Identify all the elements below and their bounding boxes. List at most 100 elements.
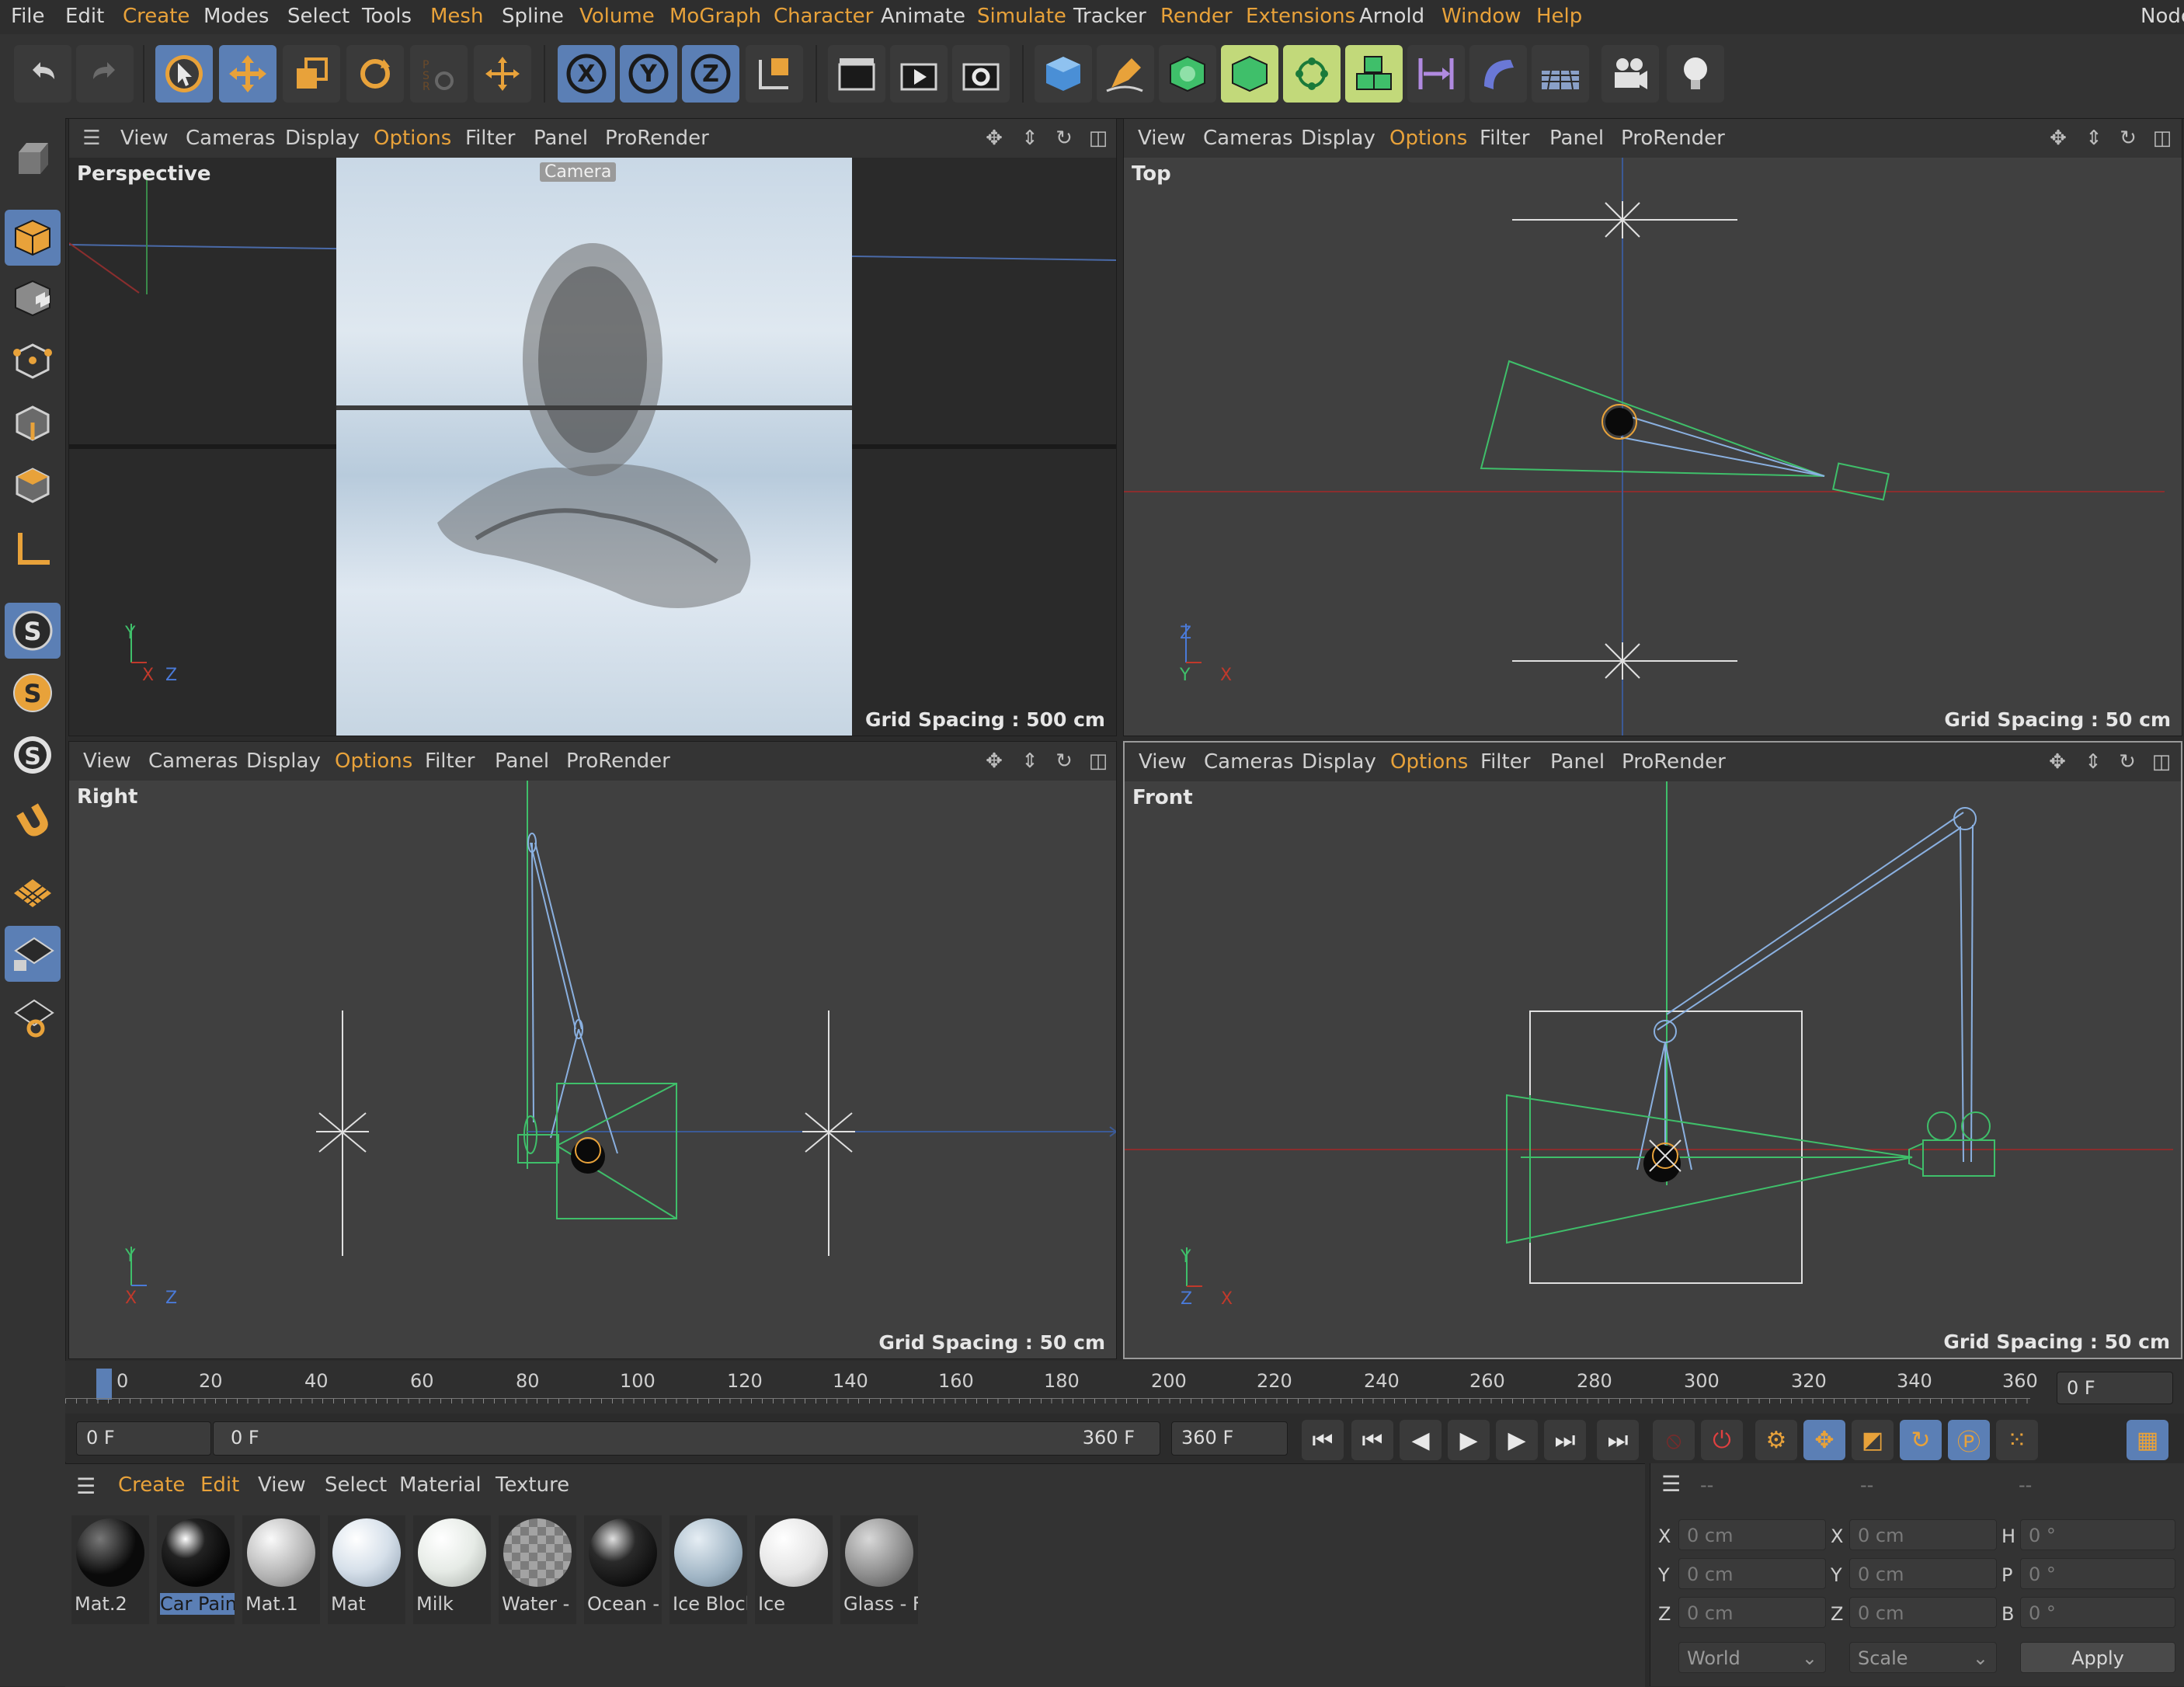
vp-menu-filter[interactable]: Filter [425,750,475,773]
vp-menu-prorender[interactable]: ProRender [605,127,709,150]
menu-edit[interactable]: Edit [65,5,104,28]
material-swatch[interactable]: Mat [328,1515,405,1624]
play-icon[interactable]: ▶ [1448,1420,1490,1460]
axis-mode-icon[interactable] [5,522,61,578]
previous-frame-icon[interactable]: ◀ [1400,1420,1442,1460]
extrude-icon[interactable] [1221,45,1278,103]
pan-icon[interactable]: ✥ [2047,127,2070,150]
menu-simulate[interactable]: Simulate [977,5,1066,28]
menu-mesh[interactable]: Mesh [430,5,483,28]
rot-b-field[interactable]: 0 ° [2020,1597,2175,1628]
menu-modes[interactable]: Modes [203,5,269,28]
vp-menu-display[interactable]: Display [246,750,321,773]
key-pla-icon[interactable]: ⁙ [1996,1420,2038,1460]
pan-icon[interactable]: ✥ [982,127,1006,150]
viewport-perspective[interactable]: ☰ View Cameras Display Options Filter Pa… [68,118,1117,736]
mat-menu-view[interactable]: View [258,1473,306,1497]
timeline-ruler[interactable]: 0 20 40 60 80 100 120 140 160 180 200 22… [65,1361,2184,1414]
rot-h-field[interactable]: 0 ° [2020,1519,2175,1550]
dolly-icon[interactable]: ⇕ [1018,127,1042,150]
edges-mode-icon[interactable] [5,395,61,450]
enable-snap-icon[interactable]: S [5,665,61,721]
symmetry-icon[interactable] [1407,45,1465,103]
menu-arnold[interactable]: Arnold [1359,5,1424,28]
points-mode-icon[interactable] [5,332,61,388]
vp-menu-prorender[interactable]: ProRender [1622,750,1726,774]
size-y-field[interactable]: 0 cm [1849,1558,1997,1589]
vp-menu-panel[interactable]: Panel [534,127,588,150]
go-to-end-icon[interactable]: ⏭ [1597,1420,1639,1460]
vp-menu-cameras[interactable]: Cameras [186,127,276,150]
vp-menu-options[interactable]: Options [1390,750,1468,774]
menu-mograph[interactable]: MoGraph [669,5,761,28]
orbit-icon[interactable]: ↻ [1052,750,1076,773]
menu-window[interactable]: Window [1442,5,1521,28]
light-icon[interactable] [1667,45,1724,103]
menu-extensions[interactable]: Extensions [1246,5,1355,28]
vp-menu-panel[interactable]: Panel [1550,750,1605,774]
next-key-icon[interactable]: ⏭ [1544,1420,1586,1460]
mat-menu-create[interactable]: Create [118,1473,185,1497]
material-swatch[interactable]: Water - I [499,1515,576,1624]
render-region-icon[interactable] [828,45,885,103]
playhead[interactable] [96,1369,112,1400]
end-frame-field[interactable]: 360 F [1171,1421,1288,1456]
hamburger-icon[interactable]: ☰ [76,1473,96,1499]
dolly-icon[interactable]: ⇕ [1018,750,1042,773]
pos-x-field[interactable]: 0 cm [1678,1519,1826,1550]
vp-menu-filter[interactable]: Filter [465,127,515,150]
menu-spline[interactable]: Spline [502,5,564,28]
hamburger-icon[interactable]: ☰ [80,127,103,150]
vp-menu-panel[interactable]: Panel [1549,127,1604,150]
material-swatch[interactable]: Milk [413,1515,491,1624]
menu-character[interactable]: Character [774,5,873,28]
vp-menu-filter[interactable]: Filter [1480,750,1530,774]
range-slider[interactable]: 0 F 360 F [213,1421,1160,1456]
camera-icon[interactable] [1601,45,1659,103]
z-axis-icon[interactable]: Z [682,45,739,103]
undo-icon[interactable] [14,45,71,103]
maximize-icon[interactable]: ◫ [1087,750,1110,773]
vp-menu-display[interactable]: Display [285,127,360,150]
key-scale-icon[interactable]: ◩ [1852,1420,1894,1460]
material-swatch-selected[interactable]: Car Paint [157,1515,235,1624]
vp-menu-filter[interactable]: Filter [1480,127,1529,150]
material-swatch[interactable]: Mat.1 [242,1515,320,1624]
mat-menu-edit[interactable]: Edit [200,1473,239,1497]
vp-menu-options[interactable]: Options [1389,127,1467,150]
rotate-icon[interactable] [346,45,404,103]
vp-menu-cameras[interactable]: Cameras [148,750,238,773]
rot-p-field[interactable]: 0 ° [2020,1558,2175,1589]
key-position-icon[interactable]: ✥ [1803,1420,1845,1460]
material-swatch[interactable]: Ocean - [584,1515,662,1624]
pos-z-field[interactable]: 0 cm [1678,1597,1826,1628]
snap-icon[interactable]: S [5,603,61,659]
y-axis-icon[interactable]: Y [620,45,677,103]
material-swatch[interactable]: Glass - F [840,1515,918,1624]
timeline-window-icon[interactable]: ▦ [2127,1420,2168,1460]
menu-tools[interactable]: Tools [362,5,412,28]
cloner-icon[interactable] [1283,45,1341,103]
x-axis-icon[interactable]: X [558,45,615,103]
make-editable-icon[interactable] [5,129,61,185]
menu-render[interactable]: Render [1160,5,1233,28]
vp-menu-view[interactable]: View [83,750,131,773]
vp-menu-prorender[interactable]: ProRender [1621,127,1725,150]
move-icon[interactable] [219,45,276,103]
redo-icon[interactable] [76,45,134,103]
menu-select[interactable]: Select [287,5,350,28]
menu-file[interactable]: File [11,5,45,28]
vp-menu-options[interactable]: Options [374,127,451,150]
apply-button[interactable]: Apply [2020,1642,2175,1673]
vp-menu-options[interactable]: Options [335,750,412,773]
dolly-icon[interactable]: ⇕ [2082,127,2106,150]
floor-icon[interactable] [1532,45,1589,103]
material-swatch[interactable]: Mat.2 [71,1515,149,1624]
workplane-icon[interactable] [5,865,61,921]
psr-icon[interactable]: PSR [410,45,468,103]
viewport-top[interactable]: View Cameras Display Options Filter Pane… [1123,118,2182,736]
deformer-icon[interactable] [1469,45,1527,103]
coordinate-move-icon[interactable] [474,45,531,103]
orbit-icon[interactable]: ↻ [1052,127,1076,150]
vp-menu-panel[interactable]: Panel [495,750,549,773]
